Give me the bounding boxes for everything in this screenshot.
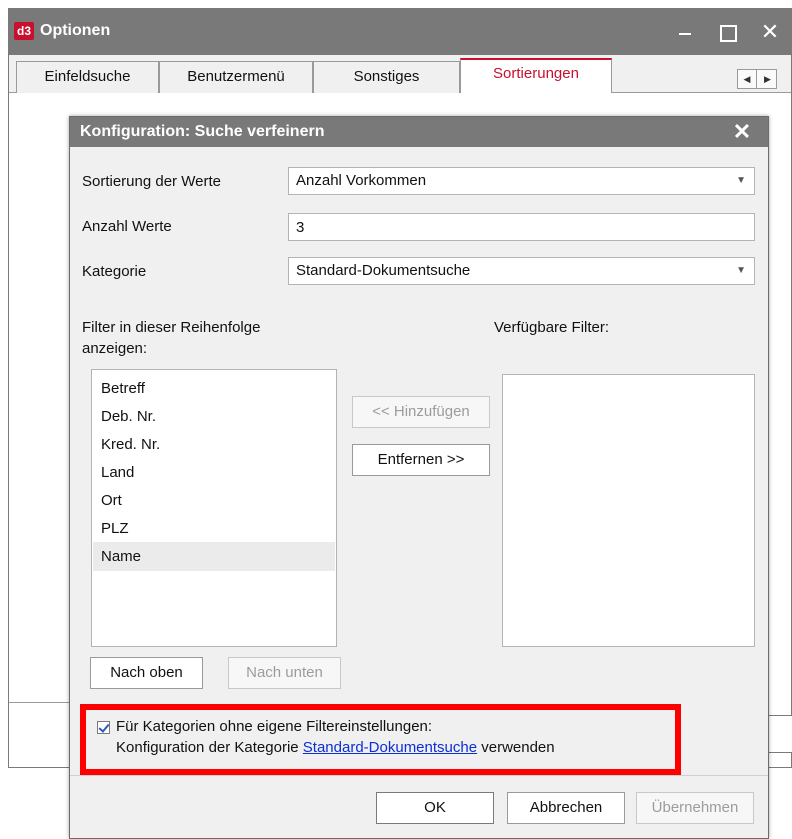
ok-button[interactable]: OK [376, 792, 494, 824]
checkbox-label-line1: Für Kategorien ohne eigene Filtereinstel… [116, 718, 433, 735]
remove-filter-button[interactable]: Entfernen >> [352, 444, 490, 476]
dialog-title: Konfiguration: Suche verfeinern [80, 123, 325, 140]
chevron-down-icon: ▼ [736, 175, 746, 186]
tab-einfeldsuche[interactable]: Einfeldsuche [16, 61, 159, 93]
add-filter-button[interactable]: << Hinzufügen [352, 396, 490, 428]
category-select-value: Standard-Dokumentsuche [296, 262, 471, 279]
highlight-frame: Für Kategorien ohne eigene Filtereinstel… [80, 704, 681, 775]
active-filter-list[interactable]: Betreff Deb. Nr. Kred. Nr. Land Ort PLZ … [91, 369, 337, 647]
available-filters-label: Verfügbare Filter: [494, 319, 610, 336]
d3-app-icon: d3 [14, 22, 34, 40]
checkbox-label-line2: Konfiguration der Kategorie Standard-Dok… [116, 739, 555, 756]
list-item[interactable]: Ort [93, 486, 335, 515]
list-item[interactable]: Kred. Nr. [93, 430, 335, 459]
move-up-button[interactable]: Nach oben [90, 657, 203, 689]
tab-sortierungen[interactable]: Sortierungen [460, 58, 612, 94]
scroll-right-icon[interactable]: ▶ [758, 70, 777, 88]
dialog-titlebar[interactable]: Konfiguration: Suche verfeinern ✕ [70, 117, 768, 147]
tab-scroll-buttons: ◀ ▶ [737, 69, 777, 89]
cancel-button[interactable]: Abbrechen [507, 792, 625, 824]
outer-dialog-button[interactable] [767, 715, 792, 753]
tab-benutzermenue[interactable]: Benutzermenü [159, 61, 313, 93]
divider [70, 775, 768, 776]
move-down-button[interactable]: Nach unten [228, 657, 341, 689]
minimize-icon[interactable] [669, 17, 701, 47]
available-filter-list[interactable] [502, 374, 755, 647]
sort-select[interactable]: Anzahl Vorkommen ▼ [288, 167, 755, 195]
list-item[interactable]: Betreff [93, 374, 335, 403]
sort-label: Sortierung der Werte [82, 173, 221, 190]
sort-select-value: Anzahl Vorkommen [296, 172, 427, 189]
list-item[interactable]: Deb. Nr. [93, 402, 335, 431]
checkbox-label-prefix: Konfiguration der Kategorie [116, 739, 303, 756]
configuration-dialog: Konfiguration: Suche verfeinern ✕ Sortie… [69, 116, 769, 839]
tab-sonstiges[interactable]: Sonstiges [313, 61, 460, 93]
count-input[interactable] [288, 213, 755, 241]
options-titlebar[interactable]: d3 Optionen ✕ [9, 9, 791, 55]
list-item[interactable]: PLZ [93, 514, 335, 543]
category-select[interactable]: Standard-Dokumentsuche ▼ [288, 257, 755, 285]
options-tabstrip: Einfeldsuche Benutzermenü Sonstiges Sort… [9, 55, 791, 94]
divider [9, 702, 77, 703]
checkbox-label-suffix: verwenden [477, 739, 555, 756]
category-link[interactable]: Standard-Dokumentsuche [303, 739, 477, 756]
apply-button[interactable]: Übernehmen [636, 792, 754, 824]
category-label: Kategorie [82, 263, 147, 280]
chevron-down-icon: ▼ [736, 265, 746, 276]
scroll-left-icon[interactable]: ◀ [738, 70, 757, 88]
filter-order-label-line1: Filter in dieser Reihenfolge [82, 319, 261, 336]
list-item-selected[interactable]: Name [93, 542, 335, 571]
close-window-icon[interactable]: ✕ [754, 17, 786, 47]
dialog-close-icon[interactable]: ✕ [724, 117, 760, 147]
inherit-settings-checkbox[interactable] [97, 721, 110, 734]
count-label: Anzahl Werte [82, 218, 172, 235]
list-item[interactable]: Land [93, 458, 335, 487]
options-window-title: Optionen [40, 22, 111, 39]
filter-order-label-line2: anzeigen: [82, 340, 148, 357]
maximize-icon[interactable] [711, 17, 743, 47]
